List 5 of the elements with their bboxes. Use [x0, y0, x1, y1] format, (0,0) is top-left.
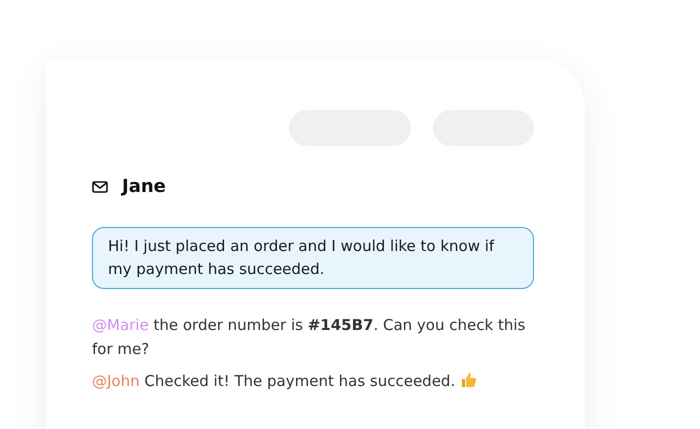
note-text: @Marie the order number is #145B7. Can you check this for me?	[92, 315, 526, 360]
sender-name: Jane	[122, 176, 166, 197]
message-bubble: Hi! I just placed an order and I would like to know if my payment has succeeded.	[92, 227, 534, 289]
note-text: @John Checked it! The payment has succeeded.	[92, 369, 534, 393]
mail-icon	[92, 180, 108, 192]
